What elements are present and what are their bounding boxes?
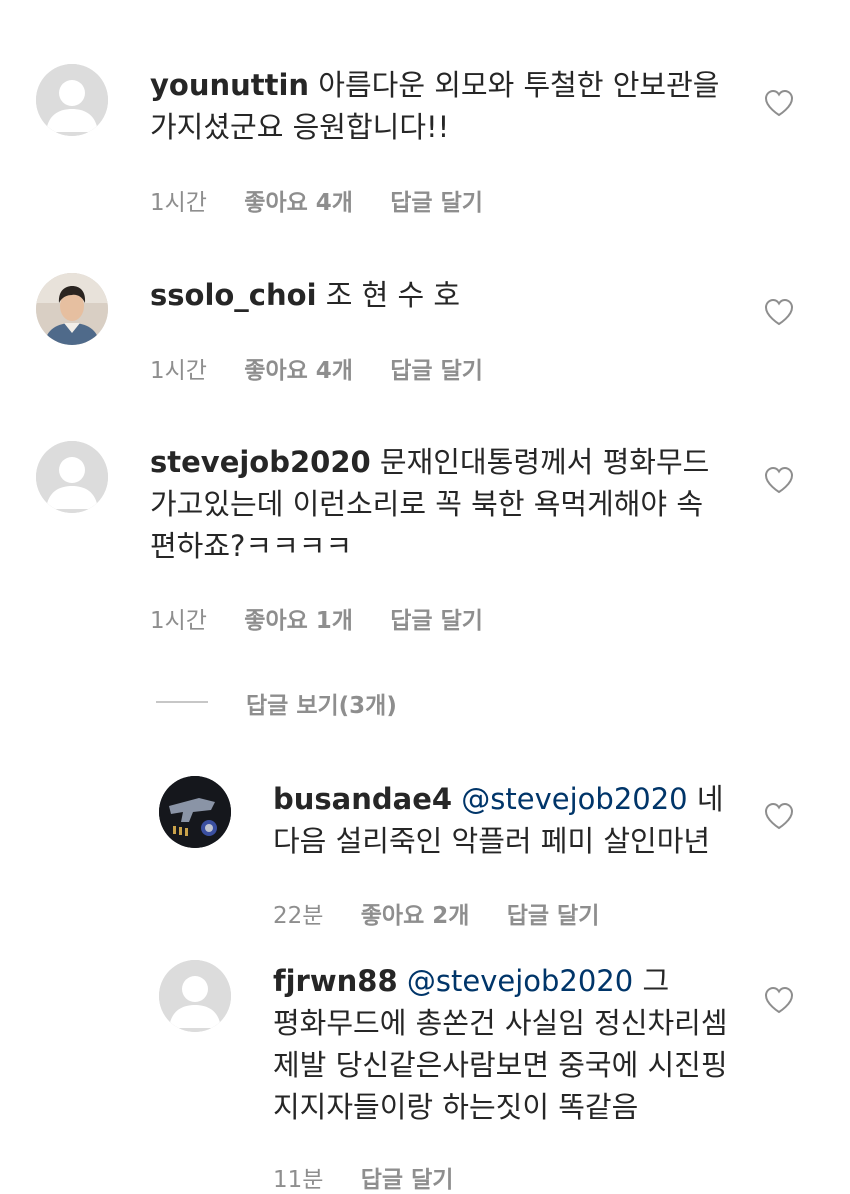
like-button[interactable] (764, 986, 794, 1014)
comment-time: 1시간 (150, 190, 207, 216)
reply-button[interactable]: 답글 달기 (390, 351, 483, 385)
comment-time: 1시간 (150, 608, 207, 634)
comment-time: 1시간 (150, 358, 207, 384)
comment-likes[interactable]: 좋아요 4개 (244, 183, 353, 217)
like-button[interactable] (764, 466, 794, 494)
comment-username[interactable]: younuttin (150, 68, 309, 102)
comment-text: younuttin 아름다운 외모와 투철한 안보관을 가지셨군요 응원합니다!… (150, 64, 730, 148)
previous-comment-fragment (0, 0, 850, 4)
view-replies-label[interactable]: 답글 보기(3개) (246, 686, 397, 720)
reply-button[interactable]: 답글 달기 (390, 183, 483, 217)
like-button[interactable] (764, 89, 794, 117)
comment-likes[interactable]: 좋아요 2개 (361, 896, 470, 930)
comment-text: stevejob2020 문재인대통령께서 평화무드 가고있는데 이런소리로 꼭… (150, 441, 730, 567)
heart-outline-icon (764, 466, 794, 494)
heart-outline-icon (764, 802, 794, 830)
comment-text: busandae4 @stevejob2020 네 다음 설리죽인 악플러 페미… (273, 778, 743, 862)
comment-body: 조 현 수 호 (325, 278, 461, 312)
default-avatar-icon (36, 64, 108, 136)
profile-photo-icon (159, 776, 231, 848)
comment-text: fjrwn88 @stevejob2020 그 평화무드에 총쏜건 사실임 정신… (273, 960, 743, 1128)
default-avatar-icon (159, 960, 231, 1032)
comment-likes[interactable]: 좋아요 4개 (244, 351, 353, 385)
profile-photo-icon (36, 273, 108, 345)
mention-link[interactable]: @stevejob2020 (407, 964, 633, 998)
like-button[interactable] (764, 298, 794, 326)
comment-username[interactable]: busandae4 (273, 782, 452, 816)
reply-button[interactable]: 답글 달기 (390, 601, 483, 635)
comment-username[interactable]: stevejob2020 (150, 445, 371, 479)
comment-time: 22분 (273, 903, 324, 929)
comment-username[interactable]: fjrwn88 (273, 964, 398, 998)
like-button[interactable] (764, 802, 794, 830)
comment-likes[interactable]: 좋아요 1개 (244, 601, 353, 635)
comment-meta: 1시간 좋아요 4개 답글 달기 (150, 351, 483, 385)
avatar[interactable] (36, 441, 108, 513)
heart-outline-icon (764, 986, 794, 1014)
comment-meta: 1시간 좋아요 1개 답글 달기 (150, 601, 483, 635)
comment-username[interactable]: ssolo_choi (150, 278, 317, 312)
avatar[interactable] (159, 776, 231, 848)
heart-outline-icon (764, 89, 794, 117)
comment-meta: 22분 좋아요 2개 답글 달기 (273, 896, 599, 930)
avatar[interactable] (36, 273, 108, 345)
reply-button[interactable]: 답글 달기 (507, 896, 600, 930)
avatar[interactable] (36, 64, 108, 136)
comment-text: ssolo_choi 조 현 수 호 (150, 274, 730, 316)
comment-meta: 1시간 좋아요 4개 답글 달기 (150, 183, 483, 217)
divider-line (156, 701, 208, 703)
mention-link[interactable]: @stevejob2020 (461, 782, 687, 816)
avatar[interactable] (159, 960, 231, 1032)
default-avatar-icon (36, 441, 108, 513)
heart-outline-icon (764, 298, 794, 326)
